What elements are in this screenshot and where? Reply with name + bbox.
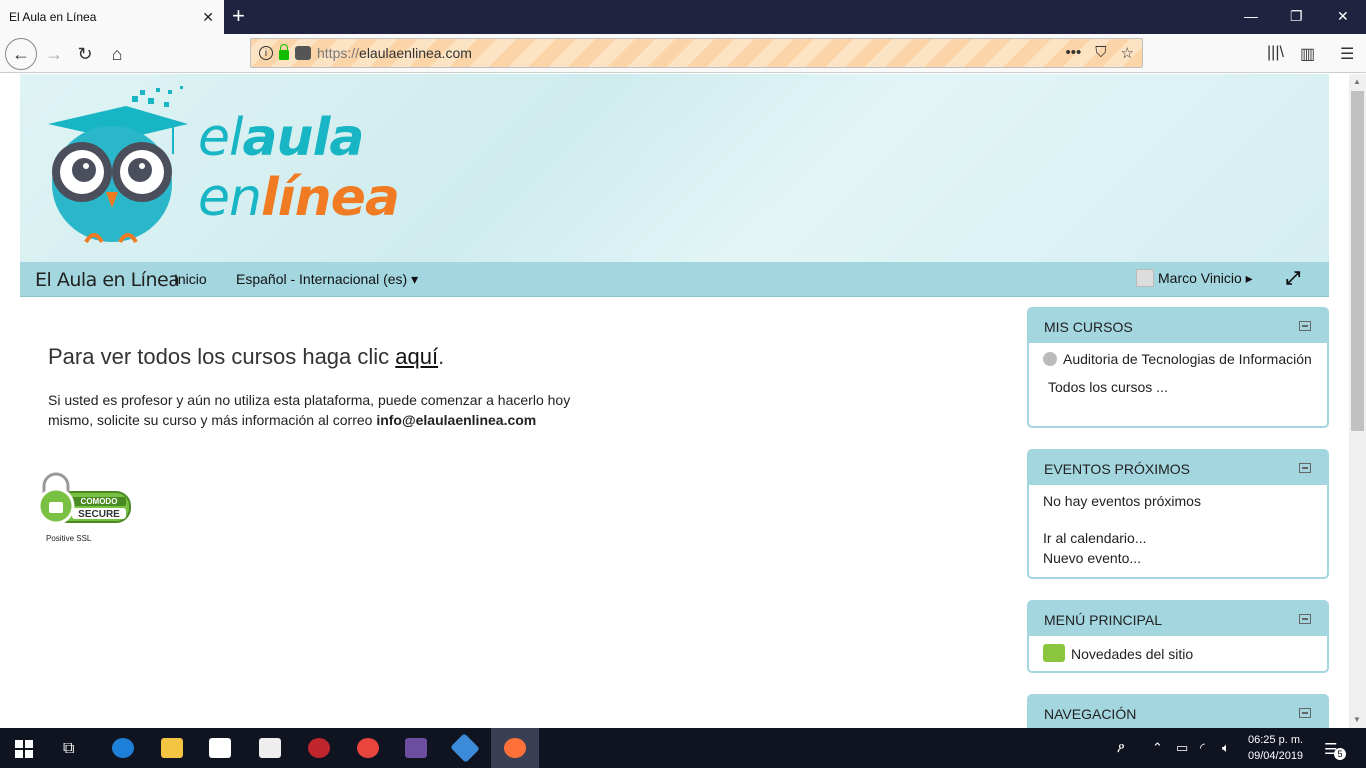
collapse-icon[interactable] bbox=[1299, 614, 1311, 624]
user-name: Marco Vinicio ▸ bbox=[1158, 269, 1253, 286]
intro-text: Si usted es profesor y aún no utiliza es… bbox=[48, 392, 571, 428]
scroll-thumb[interactable] bbox=[1351, 91, 1364, 431]
block-header: EVENTOS PRÓXIMOS bbox=[1029, 451, 1327, 485]
pocket-icon[interactable]: ⛉ bbox=[1095, 44, 1106, 62]
ssl-label: Positive SSL bbox=[46, 534, 92, 543]
collapse-icon[interactable] bbox=[1299, 321, 1311, 331]
battery-icon[interactable]: ▭ bbox=[1176, 740, 1188, 756]
browser-titlebar: El Aula en Línea ✕ + — ❐ ✕ bbox=[0, 0, 1366, 34]
collapse-icon[interactable] bbox=[1299, 708, 1311, 718]
more-icon[interactable]: ••• bbox=[1066, 44, 1082, 62]
task-view-icon[interactable]: ⧉ bbox=[63, 740, 74, 758]
close-window-icon[interactable]: ✕ bbox=[1337, 8, 1349, 25]
all-courses-link[interactable]: aquí bbox=[395, 344, 438, 369]
page-heading: Para ver todos los cursos haga clic aquí… bbox=[48, 344, 445, 369]
browser-tab[interactable]: El Aula en Línea ✕ bbox=[0, 0, 224, 34]
svg-text:SECURE: SECURE bbox=[78, 509, 120, 520]
block-header: MIS CURSOS bbox=[1029, 309, 1327, 343]
scroll-up-icon[interactable]: ▲ bbox=[1353, 77, 1361, 86]
firefox-icon[interactable] bbox=[504, 738, 526, 758]
avatar bbox=[1136, 269, 1154, 287]
site-header: elaula enlínea bbox=[20, 74, 1329, 262]
notification-count: 5 bbox=[1334, 748, 1346, 760]
back-icon[interactable]: ← bbox=[5, 38, 37, 70]
block-header: NAVEGACIÓN bbox=[1029, 696, 1327, 728]
tab-title: El Aula en Línea bbox=[9, 10, 97, 24]
lock-icon[interactable] bbox=[279, 44, 289, 60]
no-events-text: No hay eventos próximos bbox=[1043, 493, 1201, 509]
star-icon[interactable]: ☆ bbox=[1121, 44, 1134, 62]
edge-icon[interactable] bbox=[112, 738, 134, 758]
collapse-icon[interactable] bbox=[1299, 463, 1311, 473]
page-scrollbar[interactable]: ▲ ▼ bbox=[1349, 74, 1366, 728]
site-brand-link[interactable]: El Aula en Línea bbox=[35, 269, 180, 291]
security-app-icon[interactable] bbox=[308, 738, 330, 758]
system-clock[interactable]: 06:25 p. m. 09/04/2019 bbox=[1248, 732, 1303, 764]
block-mis-cursos: MIS CURSOS Auditoria de Tecnologias de I… bbox=[1027, 307, 1329, 428]
people-icon[interactable]: ዖ bbox=[1117, 740, 1125, 756]
permissions-icon[interactable] bbox=[295, 46, 311, 60]
course-item[interactable]: Auditoria de Tecnologias de Información bbox=[1043, 349, 1313, 369]
home-icon[interactable]: ⌂ bbox=[105, 42, 129, 66]
chevron-up-icon[interactable]: ⌃ bbox=[1152, 740, 1163, 756]
close-tab-icon[interactable]: ✕ bbox=[202, 9, 214, 26]
minimize-icon[interactable]: — bbox=[1244, 8, 1258, 24]
chrome-icon[interactable] bbox=[357, 738, 379, 758]
file-explorer-icon[interactable] bbox=[161, 738, 183, 758]
info-icon[interactable]: i bbox=[259, 46, 273, 60]
page-viewport: elaula enlínea El Aula en Línea Inicio E… bbox=[0, 74, 1349, 728]
forward-icon[interactable]: → bbox=[42, 42, 66, 66]
user-menu[interactable]: Marco Vinicio ▸ bbox=[1136, 269, 1253, 287]
forum-icon bbox=[1043, 644, 1065, 662]
all-courses-link[interactable]: Todos los cursos ... bbox=[1043, 377, 1313, 397]
store-icon[interactable] bbox=[209, 738, 231, 758]
windows-taskbar: ⧉ ዖ ⌃ ▭ ◜ 🔈︎ 06:25 p. m. 09/04/2019 ☰ 5 bbox=[0, 728, 1366, 768]
url-text[interactable]: https://elaulaenlinea.com bbox=[317, 45, 472, 61]
block-eventos-proximos: EVENTOS PRÓXIMOS No hay eventos próximos… bbox=[1027, 449, 1329, 579]
language-dropdown[interactable]: Español - Internacional (es) ▾ bbox=[236, 271, 418, 288]
course-icon bbox=[1043, 352, 1057, 366]
comodo-secure-seal-icon[interactable]: COMODO SECURE bbox=[36, 472, 132, 528]
volume-icon[interactable]: 🔈︎ bbox=[1222, 740, 1230, 756]
site-news-link[interactable]: Novedades del sitio bbox=[1043, 644, 1313, 664]
game-app-icon[interactable] bbox=[405, 738, 427, 758]
restore-icon[interactable]: ❐ bbox=[1290, 8, 1303, 25]
start-windows-icon[interactable] bbox=[15, 740, 33, 758]
svg-text:COMODO: COMODO bbox=[81, 497, 118, 506]
owl-logo-icon bbox=[48, 86, 188, 244]
fullscreen-expand-icon[interactable]: ⤢ bbox=[1286, 268, 1300, 289]
block-header: MENÚ PRINCIPAL bbox=[1029, 602, 1327, 636]
site-logo-text: elaula enlínea bbox=[198, 108, 400, 228]
contact-email[interactable]: info@elaulaenlinea.com bbox=[376, 412, 536, 428]
nav-home-link[interactable]: Inicio bbox=[174, 271, 207, 287]
git-app-icon[interactable] bbox=[450, 733, 480, 763]
sidebar-icon[interactable]: ▥ bbox=[1300, 44, 1315, 64]
mail-icon[interactable] bbox=[259, 738, 281, 758]
library-icon[interactable]: |||\ bbox=[1267, 44, 1284, 62]
calendar-link[interactable]: Ir al calendario... bbox=[1043, 528, 1313, 548]
wifi-icon[interactable]: ◜ bbox=[1200, 740, 1205, 756]
menu-icon[interactable]: ☰ bbox=[1340, 44, 1354, 64]
browser-navbar: ← → ↻ ⌂ i https://elaulaenlinea.com ••• … bbox=[0, 34, 1366, 73]
new-tab-icon[interactable]: + bbox=[232, 5, 245, 27]
scroll-down-icon[interactable]: ▼ bbox=[1353, 715, 1361, 724]
new-event-link[interactable]: Nuevo evento... bbox=[1043, 548, 1313, 568]
block-navegacion: NAVEGACIÓN bbox=[1027, 694, 1329, 728]
block-menu-principal: MENÚ PRINCIPAL Novedades del sitio bbox=[1027, 600, 1329, 673]
site-menubar: El Aula en Línea Inicio Español - Intern… bbox=[20, 262, 1329, 297]
url-bar[interactable]: i https://elaulaenlinea.com ••• ⛉ ☆ bbox=[250, 38, 1143, 68]
reload-icon[interactable]: ↻ bbox=[73, 42, 97, 66]
